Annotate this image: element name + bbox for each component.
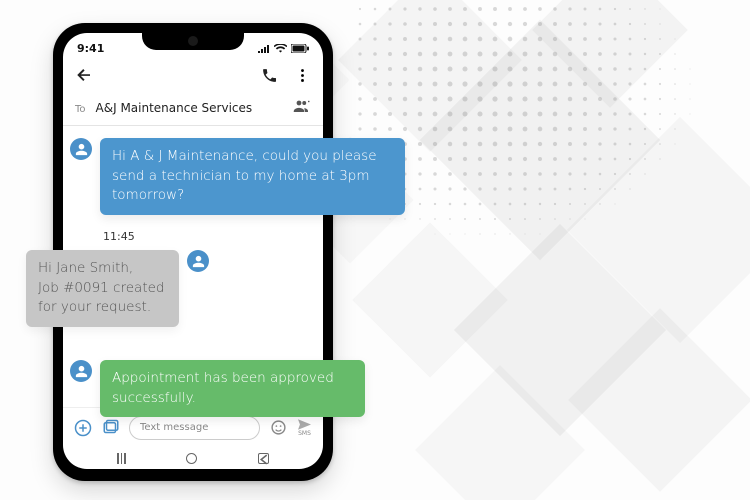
conversation-area: Hi A & J Maintenance, could you please s… [63, 126, 323, 407]
avatar-icon [70, 360, 92, 382]
message-bubble: Hi A & J Maintenance, could you please s… [100, 138, 405, 215]
emoji-button[interactable] [268, 418, 288, 438]
message-out-1: Hi A & J Maintenance, could you please s… [70, 138, 415, 215]
send-button[interactable]: SMS [296, 418, 313, 436]
phone-icon [261, 67, 278, 84]
message-bubble: Appointment has been approved successful… [100, 360, 365, 417]
wifi-icon [274, 44, 287, 53]
recipient-row: To A&J Maintenance Services [63, 94, 323, 126]
gallery-button[interactable] [101, 418, 121, 438]
plus-circle-icon [74, 419, 92, 437]
notch [142, 31, 244, 50]
message-in-1: Hi Jane Smith, Job #0091 created for you… [26, 250, 209, 327]
status-time: 9:41 [77, 42, 104, 55]
back-nav-button[interactable] [258, 453, 269, 464]
add-recipient-button[interactable] [293, 98, 311, 117]
message-input[interactable]: Text message [129, 416, 260, 440]
app-bar [63, 58, 323, 94]
home-button[interactable] [186, 453, 197, 464]
back-button[interactable] [75, 66, 93, 88]
phone-screen: 9:41 To A&J Mainten [63, 33, 323, 469]
avatar-icon [187, 250, 209, 272]
overflow-button[interactable] [294, 67, 311, 88]
android-nav-bar [63, 447, 323, 469]
message-out-2: Appointment has been approved successful… [70, 360, 415, 417]
battery-icon [291, 44, 309, 53]
contact-name: A&J Maintenance Services [96, 101, 253, 115]
status-indicators [258, 44, 309, 53]
group-add-icon [293, 99, 311, 113]
message-timestamp: 11:45 [103, 230, 135, 243]
recents-button[interactable] [117, 453, 126, 464]
phone-frame: 9:41 To A&J Mainten [53, 23, 333, 481]
emoji-icon [270, 419, 287, 436]
message-bubble: Hi Jane Smith, Job #0091 created for you… [26, 250, 179, 327]
more-vert-icon [294, 67, 311, 84]
to-label: To [75, 104, 86, 115]
call-button[interactable] [261, 67, 278, 88]
gallery-icon [102, 419, 120, 437]
signal-icon [258, 44, 270, 53]
avatar-icon [70, 138, 92, 160]
add-button[interactable] [73, 418, 93, 438]
back-arrow-icon [75, 66, 93, 84]
